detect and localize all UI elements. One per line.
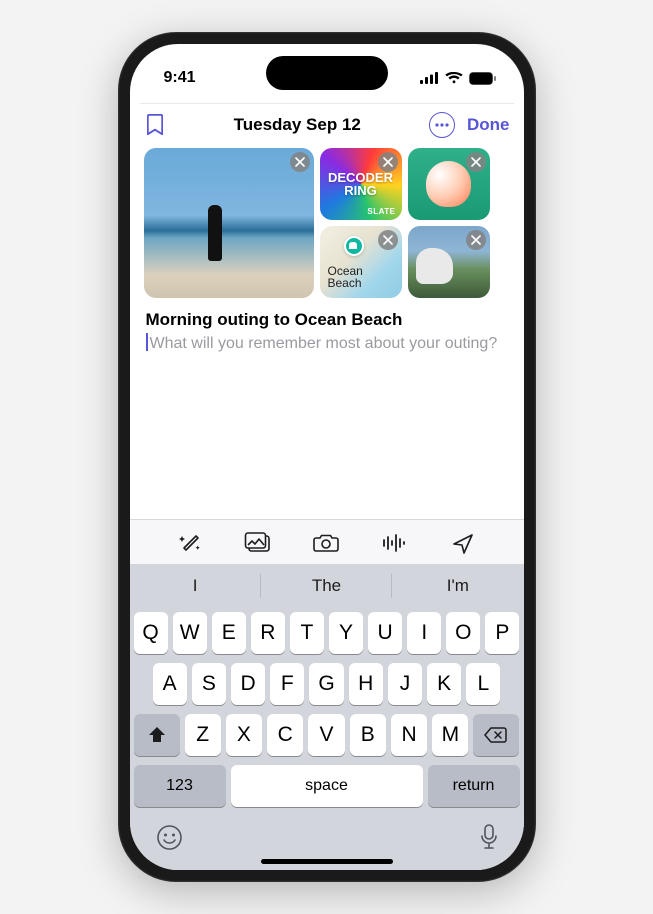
key-d[interactable]: D <box>231 663 265 705</box>
attachment-photo-beach[interactable] <box>144 148 314 298</box>
key-v[interactable]: V <box>308 714 344 756</box>
battery-icon <box>469 72 496 85</box>
home-indicator[interactable] <box>261 859 393 864</box>
quicktype-bar: I The I'm <box>130 564 524 608</box>
key-p[interactable]: P <box>485 612 519 654</box>
key-numeric[interactable]: 123 <box>134 765 226 807</box>
key-s[interactable]: S <box>192 663 226 705</box>
suggestion-2[interactable]: The <box>261 564 392 608</box>
remove-attachment-button[interactable] <box>466 152 486 172</box>
bookmark-button[interactable] <box>144 112 166 138</box>
keyboard-footer <box>134 816 520 853</box>
keyboard-row-2: A S D F G H J K L <box>134 663 520 705</box>
close-icon <box>471 235 481 245</box>
phone-screen: 9:41 Tuesday Sep 12 Done <box>130 44 524 870</box>
map-pin-icon <box>344 236 364 256</box>
key-i[interactable]: I <box>407 612 441 654</box>
status-time: 9:41 <box>164 69 196 87</box>
key-space[interactable]: space <box>231 765 423 807</box>
key-h[interactable]: H <box>349 663 383 705</box>
key-backspace[interactable] <box>473 714 519 756</box>
key-l[interactable]: L <box>466 663 500 705</box>
audio-button[interactable] <box>379 530 411 556</box>
close-icon <box>471 157 481 167</box>
suggestion-3[interactable]: I'm <box>392 564 523 608</box>
key-q[interactable]: Q <box>134 612 168 654</box>
close-icon <box>383 157 393 167</box>
camera-button[interactable] <box>310 530 342 556</box>
keyboard: Q W E R T Y U I O P A S D F G H J K L <box>130 608 524 870</box>
key-g[interactable]: G <box>309 663 343 705</box>
location-arrow-icon <box>452 532 474 554</box>
key-j[interactable]: J <box>388 663 422 705</box>
ellipsis-icon <box>435 123 449 127</box>
wifi-icon <box>445 72 463 84</box>
text-cursor <box>146 333 148 351</box>
keyboard-row-1: Q W E R T Y U I O P <box>134 612 520 654</box>
entry-area[interactable]: Morning outing to Ocean Beach What will … <box>130 306 524 519</box>
phone-frame: 9:41 Tuesday Sep 12 Done <box>118 32 536 882</box>
entry-title: Morning outing to Ocean Beach <box>146 310 508 330</box>
key-shift[interactable] <box>134 714 180 756</box>
done-button[interactable]: Done <box>467 115 510 135</box>
entry-date-title: Tuesday Sep 12 <box>174 115 422 135</box>
close-icon <box>383 235 393 245</box>
keyboard-row-3: Z X C V B N M <box>134 714 520 756</box>
bookmark-icon <box>147 114 163 136</box>
backspace-icon <box>484 726 508 744</box>
entry-placeholder: What will you remember most about your o… <box>150 335 498 352</box>
remove-attachment-button[interactable] <box>290 152 310 172</box>
emoji-icon <box>156 824 183 851</box>
gallery-icon <box>244 532 272 554</box>
attachment-photo-shell[interactable] <box>408 148 490 220</box>
waveform-icon <box>382 533 408 553</box>
location-button[interactable] <box>447 530 479 556</box>
photos-button[interactable] <box>242 530 274 556</box>
wand-icon <box>178 532 202 554</box>
remove-attachment-button[interactable] <box>466 230 486 250</box>
key-z[interactable]: Z <box>185 714 221 756</box>
key-x[interactable]: X <box>226 714 262 756</box>
key-n[interactable]: N <box>391 714 427 756</box>
attachment-location[interactable]: Ocean Beach <box>320 226 402 298</box>
key-m[interactable]: M <box>432 714 468 756</box>
key-b[interactable]: B <box>350 714 386 756</box>
podcast-publisher: SLATE <box>367 207 395 216</box>
attachment-podcast[interactable]: DECODER RING SLATE <box>320 148 402 220</box>
camera-icon <box>313 533 339 553</box>
key-u[interactable]: U <box>368 612 402 654</box>
emoji-button[interactable] <box>156 824 183 851</box>
suggestion-1[interactable]: I <box>130 564 261 608</box>
wand-button[interactable] <box>174 530 206 556</box>
podcast-title: DECODER RING <box>320 171 402 197</box>
cellular-icon <box>420 72 439 84</box>
key-w[interactable]: W <box>173 612 207 654</box>
attachments-grid: DECODER RING SLATE Ocean Beach <box>130 144 524 306</box>
compose-toolbar <box>130 519 524 564</box>
key-r[interactable]: R <box>251 612 285 654</box>
key-t[interactable]: T <box>290 612 324 654</box>
close-icon <box>295 157 305 167</box>
entry-body-input[interactable]: What will you remember most about your o… <box>146 333 508 354</box>
key-o[interactable]: O <box>446 612 480 654</box>
keyboard-row-4: 123 space return <box>134 765 520 807</box>
map-location-label: Ocean Beach <box>328 265 363 290</box>
key-a[interactable]: A <box>153 663 187 705</box>
key-f[interactable]: F <box>270 663 304 705</box>
key-c[interactable]: C <box>267 714 303 756</box>
key-return[interactable]: return <box>428 765 520 807</box>
remove-attachment-button[interactable] <box>378 152 398 172</box>
remove-attachment-button[interactable] <box>378 230 398 250</box>
microphone-icon <box>480 824 498 851</box>
entry-header: Tuesday Sep 12 Done <box>130 104 524 144</box>
key-y[interactable]: Y <box>329 612 363 654</box>
dictation-button[interactable] <box>480 824 498 851</box>
key-e[interactable]: E <box>212 612 246 654</box>
shift-icon <box>147 726 167 744</box>
attachment-photo-dog[interactable] <box>408 226 490 298</box>
key-k[interactable]: K <box>427 663 461 705</box>
more-button[interactable] <box>429 112 455 138</box>
dynamic-island <box>266 56 388 90</box>
status-icons <box>420 72 496 85</box>
